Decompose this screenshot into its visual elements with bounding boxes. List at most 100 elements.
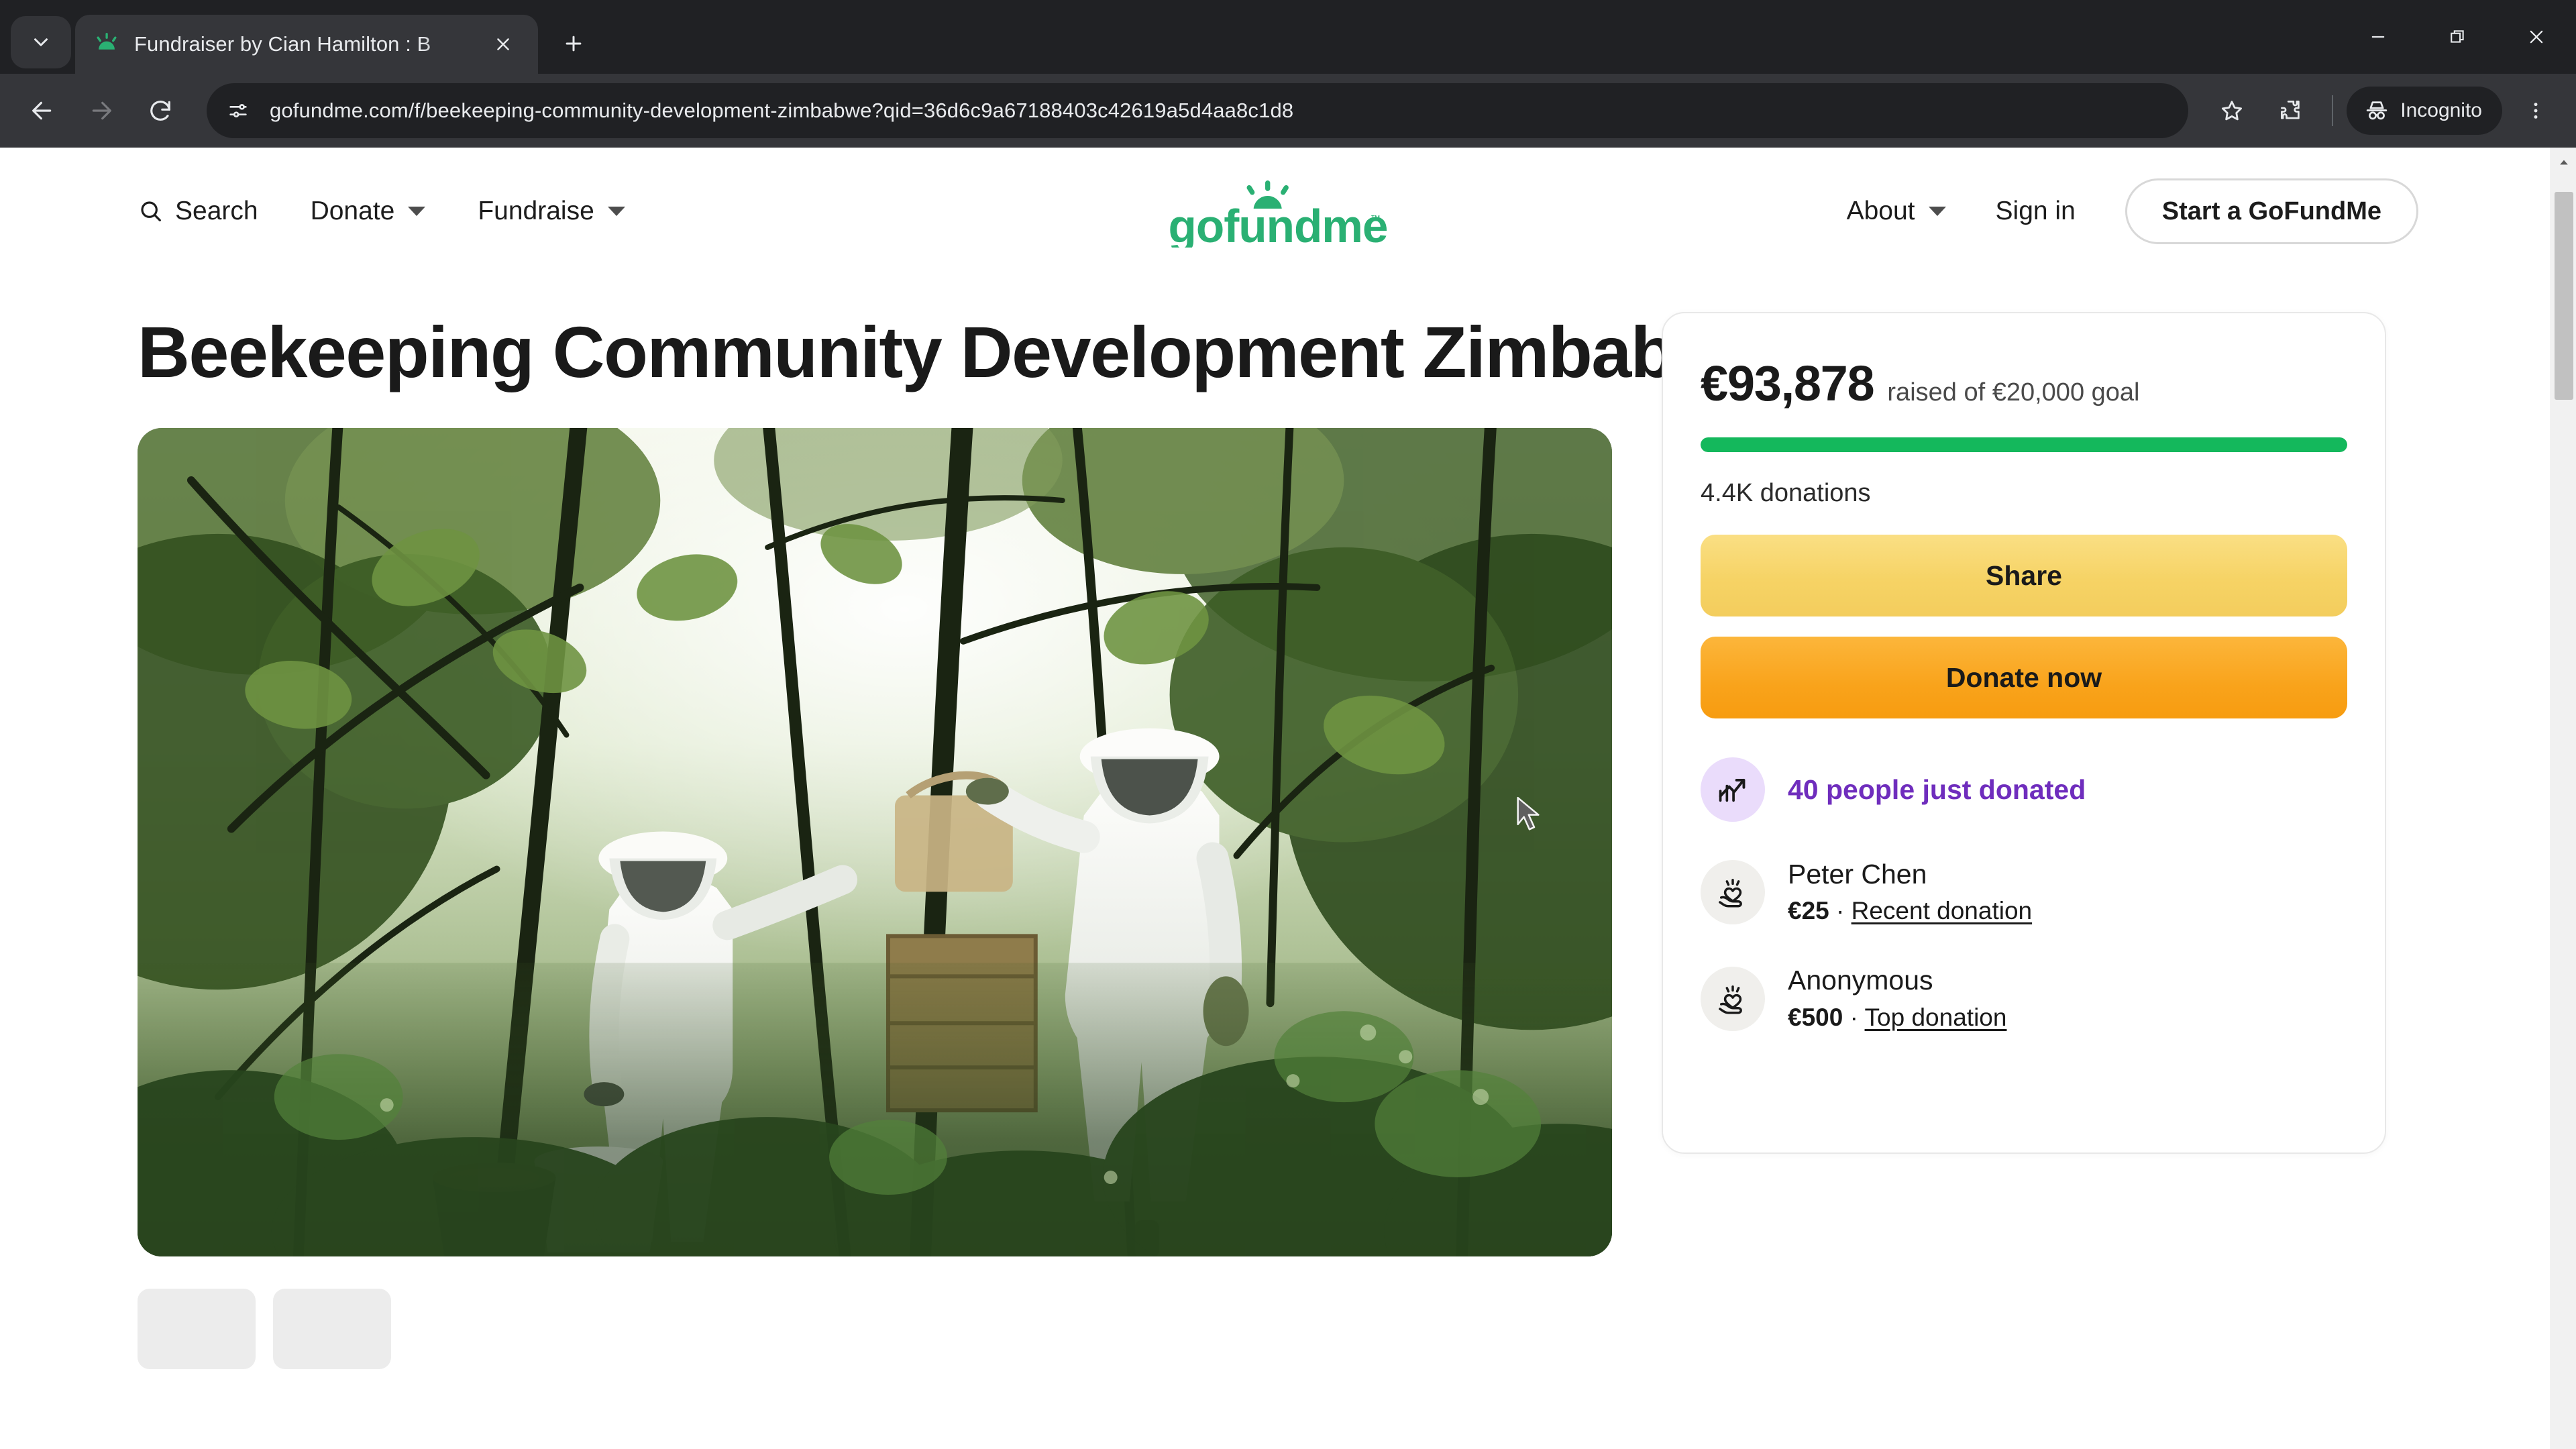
puzzle-piece-icon xyxy=(2281,101,2300,119)
tune-settings-icon[interactable] xyxy=(216,89,260,133)
donor-name: Peter Chen xyxy=(1788,859,1927,890)
tab-strip: Fundraiser by Cian Hamilton : B xyxy=(0,0,2576,74)
donor-tag[interactable]: Recent donation xyxy=(1851,897,2032,924)
donation-card: €93,878 raised of €20,000 goal 4.4K dona… xyxy=(1662,312,2386,1154)
donor-amount: €500 xyxy=(1788,1003,1843,1031)
donor-separator: · xyxy=(1849,1003,1858,1031)
media-thumbnail[interactable] xyxy=(138,1288,256,1369)
campaign-hero-image[interactable] xyxy=(138,427,1612,1256)
list-item[interactable]: Peter Chen €25 · Recent donation xyxy=(1701,857,2347,928)
minimize-icon xyxy=(2371,36,2385,38)
nav-about-label: About xyxy=(1846,197,1915,225)
donor-meta: €500 · Top donation xyxy=(1788,1001,2006,1034)
nav-search[interactable]: Search xyxy=(138,197,258,226)
search-icon xyxy=(138,198,164,225)
gofundme-sunburst-favicon xyxy=(93,30,121,58)
incognito-indicator[interactable]: Incognito xyxy=(2347,87,2502,135)
donor-separator: · xyxy=(1836,897,1845,925)
nav-sign-in-label: Sign in xyxy=(1995,197,2076,225)
gofundme-logo[interactable]: gofundme ™ xyxy=(1165,179,1391,248)
incognito-hat-icon xyxy=(2367,101,2387,120)
donation-column: €93,878 raised of €20,000 goal 4.4K dona… xyxy=(1662,312,2386,1369)
chevron-down-icon xyxy=(408,207,426,216)
chevron-down-icon xyxy=(1928,207,1946,216)
reload-button[interactable] xyxy=(133,83,188,138)
tab-search-button[interactable] xyxy=(11,16,71,68)
share-button[interactable]: Share xyxy=(1701,535,2347,616)
window-controls xyxy=(2339,0,2576,74)
page-content: Beekeeping Community Development Zimbabw… xyxy=(0,311,2556,1369)
nav-search-label: Search xyxy=(175,197,258,225)
browser-tab[interactable]: Fundraiser by Cian Hamilton : B xyxy=(75,15,538,74)
donor-info: Peter Chen €25 · Recent donation xyxy=(1788,857,2032,928)
donate-now-button[interactable]: Donate now xyxy=(1701,637,2347,718)
nav-donate[interactable]: Donate xyxy=(311,197,426,226)
page-title: Beekeeping Community Development Zimbabw… xyxy=(138,311,1770,392)
progress-bar xyxy=(1701,437,2347,452)
donor-tag[interactable]: Top donation xyxy=(1865,1004,2007,1031)
nav-donate-label: Donate xyxy=(310,197,395,225)
raised-summary: €93,878 raised of €20,000 goal xyxy=(1701,355,2347,412)
extensions-button[interactable] xyxy=(2263,83,2318,138)
tab-title: Fundraiser by Cian Hamilton : B xyxy=(134,32,431,56)
start-a-gofundme-button[interactable]: Start a GoFundMe xyxy=(2125,178,2418,244)
incognito-label: Incognito xyxy=(2400,99,2482,121)
media-thumbnail-strip xyxy=(138,1288,1613,1369)
goal-text: raised of €20,000 goal xyxy=(1887,378,2140,407)
scroll-up-arrow-icon xyxy=(2559,160,2568,165)
primary-nav: Search Donate Fundraise xyxy=(138,197,625,226)
page-viewport: Search Donate Fundraise gofundme ™ About… xyxy=(0,148,2576,1449)
donor-info: Anonymous €500 · Top donation xyxy=(1788,963,2006,1034)
address-bar[interactable]: gofundme.com/f/beekeeping-community-deve… xyxy=(207,83,2189,138)
star-icon xyxy=(2222,101,2243,121)
back-arrow-icon xyxy=(32,101,52,120)
url-text[interactable]: gofundme.com/f/beekeeping-community-deve… xyxy=(270,99,1293,123)
recent-activity-banner: 40 people just donated xyxy=(1701,757,2347,822)
hand-heart-icon xyxy=(1701,860,1765,925)
donor-amount: €25 xyxy=(1788,897,1829,925)
nav-about[interactable]: About xyxy=(1847,197,1946,226)
svg-text:™: ™ xyxy=(1371,213,1381,225)
list-item[interactable]: Anonymous €500 · Top donation xyxy=(1701,963,2347,1034)
minimize-button[interactable] xyxy=(2339,0,2418,74)
scroll-up-button[interactable] xyxy=(2551,148,2576,177)
media-thumbnail[interactable] xyxy=(273,1288,391,1369)
donor-meta: €25 · Recent donation xyxy=(1788,894,2032,928)
chevron-down-icon xyxy=(607,207,625,216)
progress-bar-fill xyxy=(1701,437,2347,452)
site-header: Search Donate Fundraise gofundme ™ About… xyxy=(0,148,2556,275)
start-a-gofundme-label: Start a GoFundMe xyxy=(2161,197,2381,225)
forward-button[interactable] xyxy=(74,83,129,138)
browser-window: Fundraiser by Cian Hamilton : B gofundme… xyxy=(0,0,2576,1449)
browser-toolbar: gofundme.com/f/beekeeping-community-deve… xyxy=(0,74,2576,148)
new-tab-button[interactable] xyxy=(550,20,597,67)
back-button[interactable] xyxy=(15,83,70,138)
gofundme-logo-icon: gofundme ™ xyxy=(1169,180,1388,248)
nav-fundraise[interactable]: Fundraise xyxy=(478,197,625,226)
beekeepers-forest-photo xyxy=(138,427,1612,1256)
close-icon[interactable] xyxy=(486,27,521,62)
maximize-button[interactable] xyxy=(2418,0,2497,74)
toolbar-divider xyxy=(2332,95,2334,126)
close-window-icon xyxy=(2530,30,2543,44)
donations-count: 4.4K donations xyxy=(1701,479,1871,507)
plus-icon xyxy=(566,36,582,52)
donor-name: Anonymous xyxy=(1788,965,1933,996)
restore-window-icon xyxy=(2451,30,2464,43)
browser-menu-button[interactable] xyxy=(2510,83,2561,138)
nav-fundraise-label: Fundraise xyxy=(478,197,594,225)
nav-sign-in[interactable]: Sign in xyxy=(1996,197,2076,226)
secondary-nav: About Sign in Start a GoFundMe xyxy=(1847,178,2418,244)
gofundme-page: Search Donate Fundraise gofundme ™ About… xyxy=(0,148,2556,1449)
scrollbar-thumb[interactable] xyxy=(2555,192,2573,400)
hand-heart-icon xyxy=(1701,966,1765,1031)
campaign-column: Beekeeping Community Development Zimbabw… xyxy=(138,311,1770,1369)
recent-activity-text: 40 people just donated xyxy=(1788,773,2086,805)
trending-up-icon xyxy=(1701,757,1765,822)
reload-icon xyxy=(150,101,170,121)
close-window-button[interactable] xyxy=(2497,0,2576,74)
svg-text:gofundme: gofundme xyxy=(1169,200,1388,248)
page-scrollbar[interactable] xyxy=(2551,148,2576,1449)
chevron-down-icon xyxy=(34,38,48,46)
bookmark-button[interactable] xyxy=(2204,83,2259,138)
